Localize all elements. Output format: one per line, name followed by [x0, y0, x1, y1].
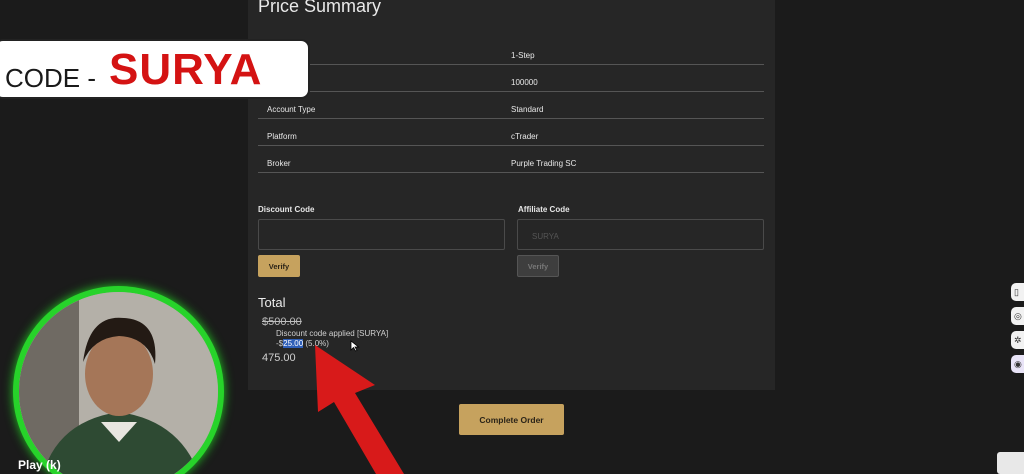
total-heading: Total [258, 295, 286, 310]
webcam-circle [13, 286, 224, 474]
complete-order-button[interactable]: Complete Order [459, 404, 564, 435]
summary-key: Account Type [267, 105, 316, 114]
code-value: SURYA [109, 45, 263, 94]
summary-row: 100000 [258, 65, 764, 92]
price-summary-panel: Price Summary pe 1-Step 100000 Account T… [248, 0, 775, 390]
chat-bot-icon[interactable]: ◉ [1011, 355, 1024, 373]
presenter-avatar-icon [19, 292, 218, 474]
discount-verify-button[interactable]: Verify [258, 255, 300, 277]
red-arrow-annotation [315, 345, 404, 474]
affiliate-code-input: SURYA [517, 219, 764, 250]
summary-table: pe 1-Step 100000 Account Type Standard P… [258, 38, 764, 173]
summary-row: pe 1-Step [258, 38, 764, 65]
summary-value: 1-Step [511, 51, 535, 60]
summary-value: 100000 [511, 78, 538, 87]
settings-icon[interactable]: ✲ [1011, 331, 1024, 349]
play-tooltip: Play (k) [18, 458, 61, 472]
promo-code-banner: CODE - SURYA [0, 39, 310, 99]
affiliate-verify-button: Verify [517, 255, 559, 277]
summary-value: Standard [511, 105, 544, 114]
summary-row: Platform cTrader [258, 119, 764, 146]
book-icon[interactable]: ▯ [1011, 283, 1024, 301]
summary-value: Purple Trading SC [511, 159, 577, 168]
page-title: Price Summary [258, 0, 382, 16]
summary-key: Broker [267, 159, 291, 168]
affiliate-code-label: Affiliate Code [518, 205, 570, 214]
summary-value: cTrader [511, 132, 539, 141]
summary-row: Account Type Standard [258, 92, 764, 119]
original-price: $500.00 [262, 316, 302, 328]
code-label: CODE - [5, 63, 96, 93]
globe-icon[interactable]: ◎ [1011, 307, 1024, 325]
final-price: 475.00 [262, 352, 296, 364]
summary-row: Broker Purple Trading SC [258, 146, 764, 173]
summary-key: Platform [267, 132, 297, 141]
discount-code-input[interactable] [258, 219, 505, 250]
corner-widget-icon [997, 452, 1024, 474]
discount-code-label: Discount Code [258, 205, 315, 214]
